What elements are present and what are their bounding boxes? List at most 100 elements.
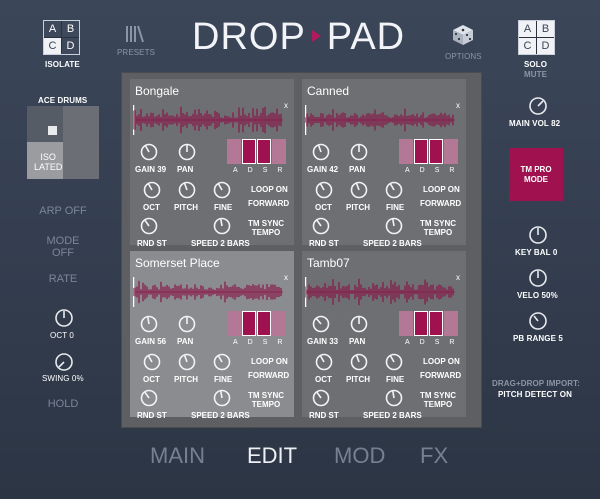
solo-label[interactable]: SOLO (524, 60, 547, 69)
presets-label[interactable]: PRESETS (117, 48, 155, 57)
gain-knob[interactable] (312, 315, 330, 333)
close-icon[interactable]: x (284, 273, 288, 282)
close-icon[interactable]: x (456, 101, 460, 110)
envelope-display[interactable] (227, 139, 286, 164)
solo-b-button[interactable]: B (537, 21, 554, 37)
tab-main[interactable]: MAIN (150, 443, 205, 469)
gain-knob[interactable] (140, 143, 158, 161)
speed-knob[interactable] (213, 217, 231, 235)
rnd-st-knob[interactable] (312, 217, 330, 235)
envelope-display[interactable] (399, 311, 458, 336)
env-cell-r[interactable] (444, 139, 458, 164)
isolated-label: ISO LATED (34, 152, 63, 172)
oct-knob[interactable] (315, 181, 333, 199)
waveform[interactable] (305, 277, 455, 307)
speed-knob[interactable] (385, 217, 403, 235)
speed-knob[interactable] (385, 389, 403, 407)
tab-mod[interactable]: MOD (334, 443, 385, 469)
isolate-d-button[interactable]: D (62, 38, 79, 54)
waveform[interactable] (305, 105, 455, 135)
solo-c-button[interactable]: C (519, 38, 536, 54)
pad-selector[interactable]: ISO LATED (27, 106, 99, 179)
solo-a-button[interactable]: A (519, 21, 536, 37)
isolate-a-button[interactable]: A (44, 21, 61, 37)
rnd-st-label: RND ST (137, 239, 167, 248)
presets-icon[interactable] (124, 22, 146, 49)
env-cell-s[interactable] (257, 311, 271, 336)
env-cell-a[interactable] (399, 139, 413, 164)
pitch-detect-toggle[interactable]: PITCH DETECT ON (498, 390, 572, 399)
pitch-knob[interactable] (178, 181, 196, 199)
hold-button[interactable]: HOLD (35, 398, 91, 410)
pad-4[interactable]: Tamb07 x GAIN 33 PAN A D S R OCT PITCH FINE LOOP ON… (302, 251, 466, 420)
swing-knob[interactable] (54, 352, 74, 372)
pad-3[interactable]: Somerset Place x GAIN 56 PAN A D S R OCT PITCH FIN… (130, 251, 294, 420)
gain-knob[interactable] (140, 315, 158, 333)
env-cell-d[interactable] (242, 139, 256, 164)
key-bal-knob[interactable] (528, 225, 548, 245)
env-cell-r[interactable] (444, 311, 458, 336)
waveform[interactable] (133, 277, 283, 307)
oct-knob[interactable] (143, 353, 161, 371)
isolate-c-button[interactable]: C (44, 38, 61, 54)
rnd-st-knob[interactable] (140, 217, 158, 235)
rnd-st-knob[interactable] (312, 389, 330, 407)
pan-knob[interactable] (178, 315, 196, 333)
close-icon[interactable]: x (284, 101, 288, 110)
tab-edit[interactable]: EDIT (247, 443, 297, 469)
pan-knob[interactable] (178, 143, 196, 161)
pad-1[interactable]: Bongale x GAIN 39 PAN A D S R OCT PITCH FINE LOOP O… (130, 79, 294, 248)
close-icon[interactable]: x (456, 273, 460, 282)
pitch-knob[interactable] (350, 353, 368, 371)
env-cell-a[interactable] (227, 311, 241, 336)
pad-name[interactable]: Somerset Place (135, 256, 220, 270)
solo-d-button[interactable]: D (537, 38, 554, 54)
pad-name[interactable]: Canned (307, 84, 349, 98)
tm-pro-mode-button[interactable]: TM PRO MODE (509, 148, 563, 201)
oct-knob[interactable] (315, 353, 333, 371)
env-cell-a[interactable] (399, 311, 413, 336)
arp-off-button[interactable]: ARP OFF (35, 205, 91, 217)
tab-fx[interactable]: FX (420, 443, 448, 469)
env-cell-s[interactable] (257, 139, 271, 164)
oct-knob[interactable] (143, 181, 161, 199)
pitch-knob[interactable] (350, 181, 368, 199)
gain-knob[interactable] (312, 143, 330, 161)
tm-sync-toggle: TM SYNC TEMPO (248, 219, 284, 237)
options-label[interactable]: OPTIONS (445, 52, 482, 61)
oct-knob[interactable] (54, 308, 74, 328)
waveform[interactable] (133, 105, 283, 135)
pad-name[interactable]: Bongale (135, 84, 179, 98)
pad-name[interactable]: Tamb07 (307, 256, 350, 270)
isolate-b-button[interactable]: B (62, 21, 79, 37)
env-cell-r[interactable] (272, 311, 286, 336)
env-cell-d[interactable] (414, 139, 428, 164)
velo-label: VELO 50% (517, 291, 558, 300)
fine-knob[interactable] (385, 181, 403, 199)
pitch-knob[interactable] (178, 353, 196, 371)
isolate-grid: A B C D (43, 20, 80, 55)
env-cell-s[interactable] (429, 139, 443, 164)
rate-button[interactable]: RATE (35, 273, 91, 285)
fine-knob[interactable] (385, 353, 403, 371)
pan-knob[interactable] (350, 315, 368, 333)
velo-knob[interactable] (528, 268, 548, 288)
rnd-st-knob[interactable] (140, 389, 158, 407)
mute-label[interactable]: MUTE (524, 70, 547, 79)
main-vol-knob[interactable] (528, 96, 548, 116)
env-cell-a[interactable] (227, 139, 241, 164)
speed-knob[interactable] (213, 389, 231, 407)
pan-knob[interactable] (350, 143, 368, 161)
fine-knob[interactable] (213, 181, 231, 199)
env-cell-d[interactable] (414, 311, 428, 336)
dice-icon[interactable] (451, 23, 475, 52)
env-cell-d[interactable] (242, 311, 256, 336)
envelope-display[interactable] (227, 311, 286, 336)
fine-knob[interactable] (213, 353, 231, 371)
env-cell-s[interactable] (429, 311, 443, 336)
env-cell-r[interactable] (272, 139, 286, 164)
pad-2[interactable]: Canned x GAIN 42 PAN A D S R OCT PITCH FINE LOOP ON… (302, 79, 466, 248)
pb-range-knob[interactable] (528, 311, 548, 331)
mode-off-button[interactable]: MODE OFF (35, 235, 91, 259)
envelope-display[interactable] (399, 139, 458, 164)
